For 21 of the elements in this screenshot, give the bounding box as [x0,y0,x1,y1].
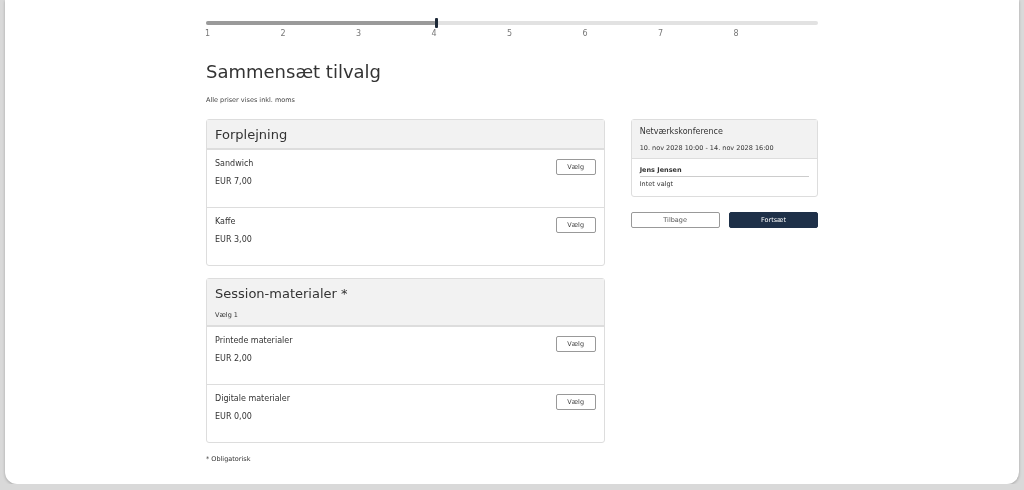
step-label: 8 [733,29,739,38]
item-price: EUR 3,00 [215,235,252,244]
step-label: 4 [431,29,437,38]
item-name: Kaffe [215,217,237,226]
progress-marker [434,18,438,28]
item-name: Printede materialer [215,336,293,345]
step-label: 1 [205,29,211,38]
group-title: Forplejning [215,127,289,142]
item-price: EUR 7,00 [215,177,253,186]
event-name: Netværkskonference [639,127,724,136]
item-name: Sandwich [215,159,254,168]
step-label: 2 [280,29,286,38]
step-label: 7 [658,29,664,38]
item-price: EUR 0,00 [215,412,253,421]
item-name: Digitale materialer [215,394,290,403]
group-title: Session-materialer * [215,286,349,301]
item-price: EUR 2,00 [215,354,253,363]
page-title: Sammensæt tilvalg [206,61,382,82]
step-label: 5 [507,29,513,38]
step-label: 3 [356,29,362,38]
step-label: 6 [582,29,588,38]
